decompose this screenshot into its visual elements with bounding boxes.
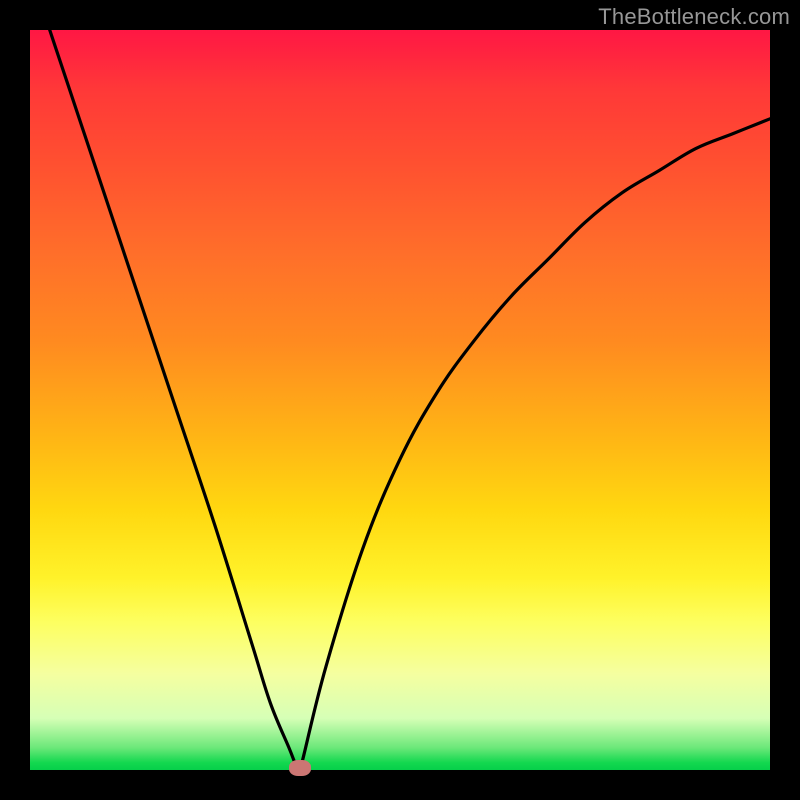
minimum-marker [289,760,311,776]
curve-svg [30,30,770,770]
plot-area [30,30,770,770]
watermark-text: TheBottleneck.com [598,4,790,30]
bottleneck-curve [30,30,770,770]
chart-frame: TheBottleneck.com [0,0,800,800]
